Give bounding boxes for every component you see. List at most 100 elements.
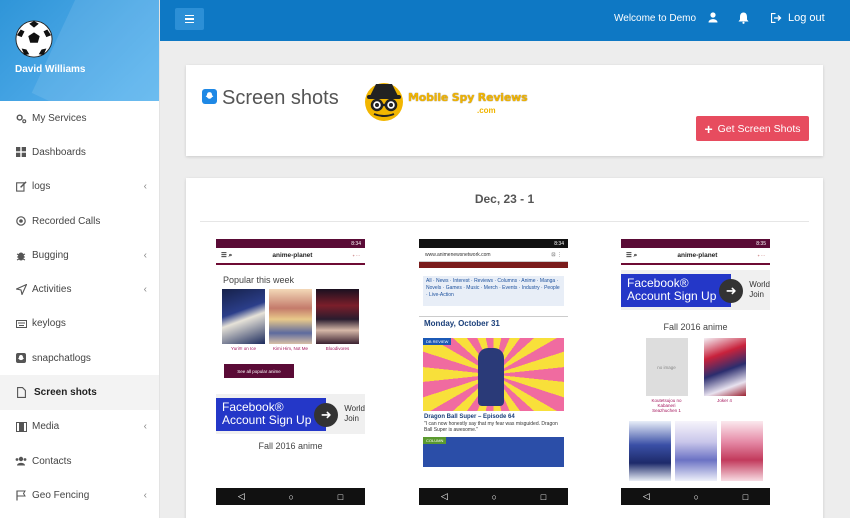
- back-icon: ◁: [642, 491, 650, 501]
- anime-title: Joker 4: [717, 398, 732, 403]
- user-icon[interactable]: [708, 12, 718, 23]
- keyboard-icon: [15, 318, 27, 330]
- mobile-spy-reviews-logo: Mobile Spy Reviews .com: [362, 78, 532, 124]
- sidebar-item-label: snapchatlogs: [32, 352, 91, 364]
- sidebar-item-media[interactable]: Media ‹: [0, 410, 159, 444]
- menu-icon: ☰ ⌕: [221, 252, 233, 259]
- avatar-soccer-ball-icon[interactable]: [15, 20, 53, 58]
- sidebar-item-contacts[interactable]: Contacts: [0, 444, 159, 478]
- anime-cover-image: [222, 289, 265, 344]
- hamburger-icon: [185, 14, 194, 17]
- anime-cover-row: no image Koutetsujou no Kabaneri Seazhuc…: [621, 338, 770, 413]
- cogs-icon: [15, 112, 27, 124]
- facebook-signup-ad: Facebook® Account Sign Up ➜: [621, 273, 744, 307]
- sidebar-menu: My Services Dashboards logs ‹ Recorded C…: [0, 101, 159, 513]
- ad-line-2: Account Sign Up: [627, 289, 717, 303]
- sidebar-item-geo-fencing[interactable]: Geo Fencing ‹: [0, 478, 159, 512]
- home-icon: ○: [288, 491, 294, 502]
- section-heading: Popular this week: [223, 275, 295, 285]
- status-time: 8:35: [756, 240, 766, 247]
- anime-planet-header: ☰ ⌕ anime-planet + ⋯: [621, 248, 770, 265]
- sidebar-item-activities[interactable]: Activities ‹: [0, 272, 159, 306]
- sidebar-item-label: Dashboards: [32, 146, 86, 158]
- chevron-left-icon: ‹: [143, 181, 147, 193]
- facebook-signup-ad: Facebook® Account Sign Up ➜: [216, 397, 339, 431]
- sign-out-icon: [771, 13, 782, 23]
- phone-status-bar: 8:34: [419, 239, 568, 248]
- sidebar-item-bugging[interactable]: Bugging ‹: [0, 238, 159, 272]
- users-icon: [15, 455, 27, 467]
- anime-title: Koutetsujou no Kabaneri Seazhuchen 1: [651, 398, 682, 413]
- sidebar-item-recorded-calls[interactable]: Recorded Calls: [0, 204, 159, 238]
- welcome-text: Welcome to Demo: [614, 13, 697, 24]
- anime-card: Joker 4: [703, 338, 746, 413]
- tabs-icon: ⊡ ⋮: [551, 251, 562, 258]
- topbar: Welcome to Demo Log out: [160, 0, 850, 41]
- plus-icon: +: [704, 120, 713, 137]
- sidebar-item-dashboards[interactable]: Dashboards: [0, 135, 159, 169]
- sidebar-item-snapchatlogs[interactable]: snapchatlogs: [0, 341, 159, 375]
- logo-sub: .com: [477, 106, 496, 115]
- get-screen-shots-button[interactable]: + Get Screen Shots: [696, 116, 809, 141]
- sidebar-item-label: Screen shots: [34, 387, 97, 399]
- film-icon: [15, 421, 27, 433]
- article-image-2: COLUMN: [423, 437, 564, 467]
- page-header-card: Screen shots Mobile Spy Reviews .com + G…: [186, 65, 823, 156]
- chevron-left-icon: ‹: [143, 249, 147, 261]
- sidebar-item-screen-shots[interactable]: Screen shots: [0, 375, 159, 410]
- anime-cover-row-2: [621, 421, 770, 481]
- site-header-strip: [419, 262, 568, 268]
- bell-icon[interactable]: [738, 12, 749, 24]
- anime-title: Bloodivores: [325, 346, 350, 351]
- sidebar-item-label: Contacts: [32, 455, 72, 467]
- get-screen-shots-label: Get Screen Shots: [717, 122, 801, 135]
- sidebar-item-label: Media: [32, 421, 60, 433]
- sidebar-item-label: Activities: [32, 284, 72, 296]
- article-tag-2: COLUMN: [423, 437, 447, 444]
- record-icon: [15, 215, 27, 227]
- screenshot-thumbnail-2[interactable]: 8:34 www.animenewsnetwork.com ⊡ ⋮ All · …: [419, 239, 568, 505]
- site-logo: anime-planet: [272, 252, 313, 259]
- menu-icon: ☰ ⌕: [626, 252, 638, 259]
- anime-cover-image: [703, 338, 746, 396]
- anime-cover-image: [674, 421, 717, 481]
- android-nav-bar: ◁ ○ □: [419, 488, 568, 505]
- sidebar-item-my-services[interactable]: My Services: [0, 101, 159, 135]
- sidebar-item-label: Geo Fencing: [32, 489, 90, 501]
- status-time: 8:34: [554, 240, 564, 247]
- spy-logo-icon: [365, 83, 403, 121]
- anime-cover-image: [316, 289, 359, 344]
- screenshot-gallery-card: Dec, 23 - 1 8:34 ☰ ⌕ anime-planet + ⋯ Po…: [186, 178, 823, 518]
- anime-title: Kimi Him, Not Me: [272, 346, 308, 351]
- fall-anime-heading: Fall 2016 anime: [663, 322, 728, 332]
- sidebar-item-label: keylogs: [32, 318, 66, 330]
- sidebar-item-label: My Services: [32, 112, 87, 124]
- sidebar-item-label: Recorded Calls: [32, 215, 101, 227]
- logout-link[interactable]: Log out: [771, 12, 825, 24]
- no-image-placeholder: no image: [645, 338, 688, 396]
- anime-card: Yuri!!! on Ice: [222, 289, 265, 351]
- anime-planet-header: ☰ ⌕ anime-planet + ⋯: [216, 248, 365, 265]
- screenshot-thumbnail-1[interactable]: 8:34 ☰ ⌕ anime-planet + ⋯ Popular this w…: [216, 239, 365, 505]
- logo-text: Mobile Spy Reviews: [408, 91, 528, 104]
- ad-line-2: Account Sign Up: [222, 413, 312, 427]
- arrow-right-icon: ➜: [314, 402, 339, 427]
- sidebar-item-logs[interactable]: logs ‹: [0, 170, 159, 204]
- anime-card: Bloodivores: [316, 289, 359, 351]
- grid-icon: [15, 146, 27, 158]
- arrow-right-icon: ➜: [719, 278, 744, 303]
- back-icon: ◁: [237, 491, 245, 501]
- sidebar-item-keylogs[interactable]: keylogs: [0, 307, 159, 341]
- see-all-popular-button: See all popular anime: [224, 364, 294, 378]
- home-icon: ○: [491, 491, 497, 502]
- character-figure: [478, 348, 504, 406]
- site-links: + ⋯: [352, 253, 360, 258]
- screenshot-thumbnail-3[interactable]: 8:35 ☰ ⌕ anime-planet + ⋯ Facebook® Acco…: [621, 239, 770, 505]
- phone-status-bar: 8:34: [216, 239, 365, 248]
- article-tag: DB REVIEW: [423, 338, 452, 345]
- phone-status-bar: 8:35: [621, 239, 770, 248]
- menu-toggle-button[interactable]: [175, 8, 204, 30]
- send-icon: [15, 284, 27, 296]
- sidebar-profile: David Williams: [0, 0, 159, 101]
- snapchat-icon: [15, 352, 27, 364]
